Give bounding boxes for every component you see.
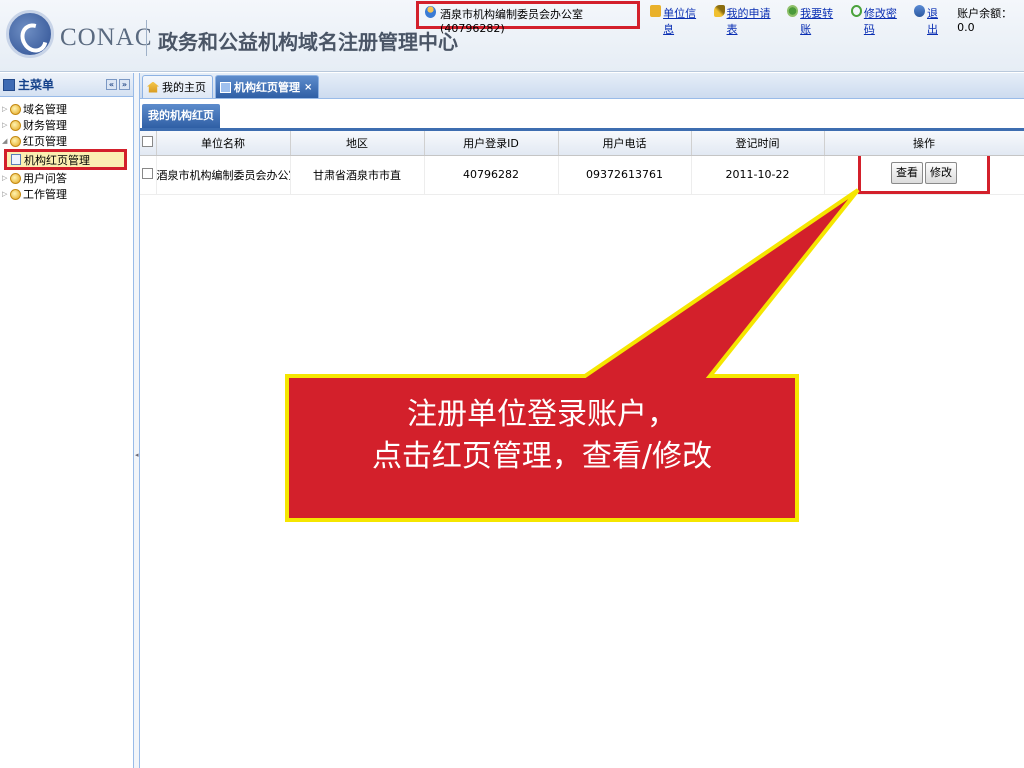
sidebar-header: 主菜单 « » (0, 73, 133, 97)
top-user-bar: 酒泉市机构编制委员会办公室(40796282) 单位信息 我的申请表 我要转账 … (416, 1, 1024, 36)
select-all-cell (140, 131, 157, 156)
transfer-link[interactable]: 我要转账 (787, 1, 840, 37)
unit-name-cell: 酒泉市机构编制委员会办公室 (156, 155, 291, 195)
expand-all-icon[interactable]: » (119, 79, 130, 90)
sidebar-item-label: 工作管理 (23, 188, 67, 201)
expand-arrow-icon[interactable]: ▷ (2, 121, 10, 129)
account-balance: 账户余额：0.0 (957, 7, 1013, 34)
page-icon (11, 154, 21, 165)
expand-arrow-icon[interactable]: ▷ (2, 190, 10, 198)
tab-label: 我的主页 (162, 81, 206, 94)
sidebar-collapse-controls: « » (106, 79, 130, 90)
sidebar-item-work[interactable]: ▷ 工作管理 (0, 186, 133, 202)
sidebar-item-label: 机构红页管理 (24, 153, 90, 167)
login-id-cell: 40796282 (424, 155, 559, 195)
sidebar-item-label: 红页管理 (23, 135, 67, 148)
current-user-label: 酒泉市机构编制委员会办公室(40796282) (440, 8, 584, 35)
exit-icon (914, 5, 925, 17)
column-header-label: 操作 (913, 136, 935, 150)
current-user: 酒泉市机构编制委员会办公室(40796282) (416, 1, 641, 35)
column-header-actions[interactable]: 操作 (824, 131, 1024, 156)
date-cell: 2011-10-22 (691, 155, 825, 195)
column-header[interactable]: 用户登录ID (424, 131, 559, 156)
sidebar-item-qa[interactable]: ▷ 用户问答 (0, 170, 133, 186)
panel-title: 我的机构红页 (142, 104, 220, 128)
sidebar-item-redpage[interactable]: ◢ 红页管理 (0, 133, 133, 149)
sidebar-item-org-redpage[interactable]: 机构红页管理 (4, 149, 127, 170)
user-icon (425, 6, 437, 18)
sidebar-item-label: 域名管理 (23, 103, 67, 116)
logout-link-label[interactable]: 退出 (927, 5, 947, 37)
select-all-checkbox[interactable] (142, 135, 154, 147)
menu-tree: ▷ 域名管理 ▷ 财务管理 ◢ 红页管理 机构红页管理 ▷ 用户问答 ▷ 工作管… (0, 97, 133, 202)
conac-logo-icon (6, 10, 54, 58)
folder-icon (10, 188, 21, 200)
folder-icon (10, 119, 21, 131)
sidebar-item-label: 财务管理 (23, 119, 67, 132)
tab-org-redpage[interactable]: 机构红页管理 × (215, 75, 320, 98)
table-row[interactable]: 酒泉市机构编制委员会办公室 甘肃省酒泉市市直 40796282 09372613… (140, 155, 1024, 195)
actions-cell: 查看 修改 (824, 155, 1024, 195)
column-header[interactable]: 地区 (290, 131, 425, 156)
sidebar-title: 主菜单 (18, 78, 55, 92)
change-password-link[interactable]: 修改密码 (850, 1, 904, 37)
change-password-link-label[interactable]: 修改密码 (864, 5, 904, 37)
row-select-cell (140, 155, 157, 195)
callout-line-1: 注册单位登录账户， (407, 397, 677, 432)
expand-arrow-icon[interactable]: ▷ (2, 174, 10, 182)
collapse-arrow-icon[interactable]: ◢ (2, 137, 10, 145)
my-applications-link-label[interactable]: 我的申请表 (727, 5, 778, 37)
sidebar-item-label: 用户问答 (23, 172, 67, 185)
app-header: CONAC 政务和公益机构域名注册管理中心 酒泉市机构编制委员会办公室(4079… (0, 0, 1024, 72)
callout-text: 注册单位登录账户， 点击红页管理，查看/修改 (287, 394, 797, 478)
region-cell: 甘肃省酒泉市市直 (290, 155, 425, 195)
column-header[interactable]: 登记时间 (691, 131, 825, 156)
unit-info-link-label[interactable]: 单位信息 (663, 5, 703, 37)
logo-text: CONAC (60, 24, 153, 51)
redpage-table: 单位名称 地区 用户登录ID 用户电话 登记时间 操作 酒泉市机构编制委员会办公… (140, 131, 1024, 195)
view-button[interactable]: 查看 (891, 161, 923, 184)
callout-line-2: 点击红页管理，查看/修改 (371, 439, 713, 474)
folder-icon (10, 103, 21, 115)
key-icon (713, 5, 725, 17)
transfer-link-label[interactable]: 我要转账 (800, 5, 840, 37)
folder-icon (10, 172, 21, 184)
actions-highlight: 查看 修改 (858, 155, 990, 193)
row-checkbox[interactable] (142, 167, 154, 179)
phone-cell: 09372613761 (558, 155, 692, 195)
expand-arrow-icon[interactable]: ▷ (2, 105, 10, 113)
column-header[interactable]: 单位名称 (156, 131, 291, 156)
home-icon (147, 81, 159, 93)
unit-info-link[interactable]: 单位信息 (650, 1, 703, 37)
site-title: 政务和公益机构域名注册管理中心 (158, 30, 458, 54)
folder-open-icon (10, 135, 21, 147)
info-icon (650, 5, 662, 17)
people-icon (787, 5, 799, 17)
edit-button[interactable]: 修改 (925, 161, 957, 184)
my-applications-link[interactable]: 我的申请表 (713, 1, 778, 37)
tab-bar: 我的主页 机构红页管理 × (140, 73, 1024, 99)
close-icon[interactable]: × (304, 82, 312, 93)
menu-icon (3, 78, 15, 91)
sidebar-item-finance[interactable]: ▷ 财务管理 (0, 117, 133, 133)
logout-link[interactable]: 退出 (914, 1, 947, 37)
column-header[interactable]: 用户电话 (558, 131, 692, 156)
sidebar-item-domain[interactable]: ▷ 域名管理 (0, 101, 133, 117)
tab-label: 机构红页管理 (234, 81, 300, 94)
tab-home[interactable]: 我的主页 (142, 75, 213, 98)
sidebar: 主菜单 « » ▷ 域名管理 ▷ 财务管理 ◢ 红页管理 机构红页管理 ▷ 用户… (0, 73, 134, 768)
panel-header: 我的机构红页 (140, 99, 1024, 131)
refresh-icon (850, 5, 862, 17)
logo-divider (146, 20, 147, 56)
page-icon (220, 81, 231, 93)
splitter-arrow-icon[interactable]: ◂ (135, 451, 139, 459)
collapse-all-icon[interactable]: « (106, 79, 117, 90)
table-header-row: 单位名称 地区 用户登录ID 用户电话 登记时间 操作 (140, 131, 1024, 156)
